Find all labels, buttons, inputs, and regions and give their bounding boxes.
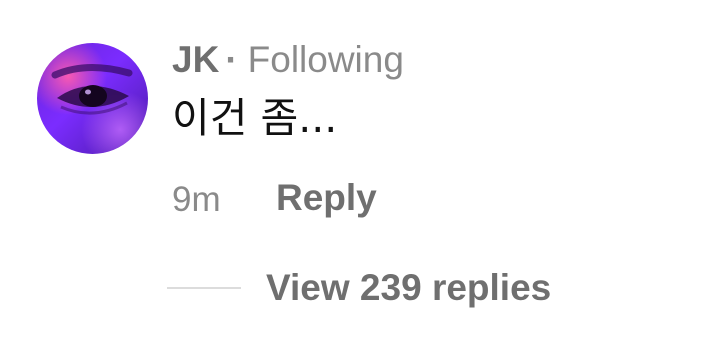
comment-text: 이건 좀... <box>172 94 338 142</box>
avatar-image <box>37 43 148 154</box>
separator-dot: · <box>225 39 238 80</box>
replies-divider <box>167 287 241 289</box>
avatar[interactable] <box>37 43 148 154</box>
follow-status: Following <box>247 39 404 80</box>
reply-button[interactable]: Reply <box>276 176 377 220</box>
username[interactable]: JK <box>172 38 219 82</box>
comment-timestamp: 9m <box>172 180 221 219</box>
comment-header: JK · Following <box>172 38 404 82</box>
view-replies-button[interactable]: View 239 replies <box>266 266 551 310</box>
